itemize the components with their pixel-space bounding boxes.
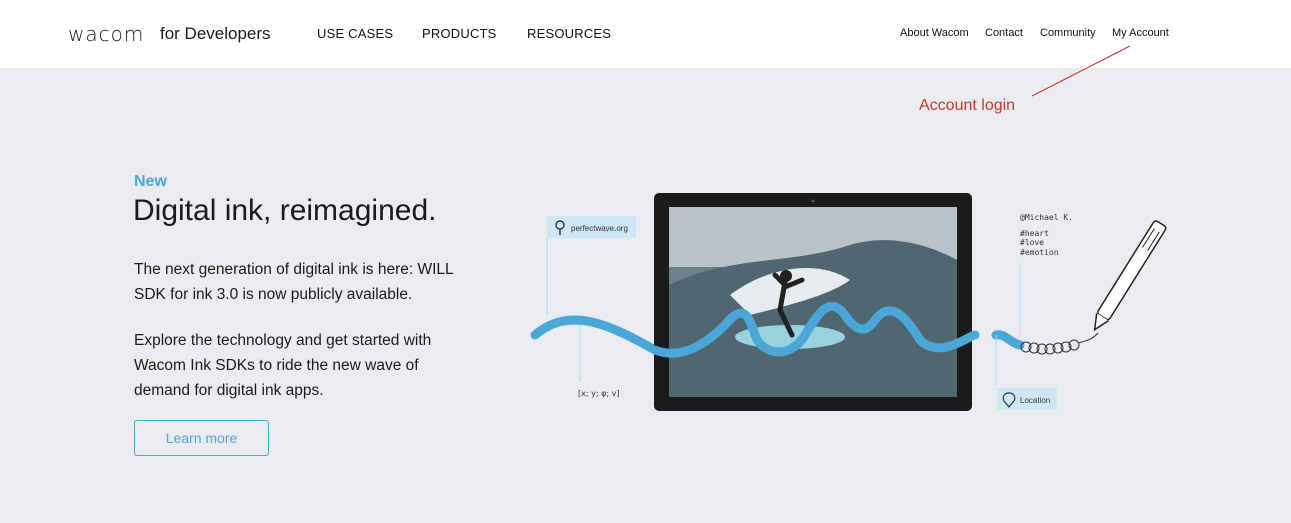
hashtag-1: #heart <box>1020 229 1049 238</box>
tag-url: perfectwave.org <box>571 224 628 233</box>
logo-subtitle[interactable]: for Developers <box>160 24 271 44</box>
author-handle: @Michael K. <box>1020 213 1073 222</box>
nav-community[interactable]: Community <box>1040 27 1096 39</box>
nav-products[interactable]: PRODUCTS <box>422 26 497 41</box>
nav-contact[interactable]: Contact <box>985 27 1023 39</box>
wacom-logo[interactable]: wacom <box>68 22 144 46</box>
nav-my-account[interactable]: My Account <box>1112 27 1169 39</box>
nav-use-cases[interactable]: USE CASES <box>317 26 393 41</box>
ink-coil <box>1020 339 1080 355</box>
tablet-device <box>654 193 972 411</box>
hashtag-2: #love <box>1020 238 1044 247</box>
hero-paragraph-2: Explore the technology and get started w… <box>134 332 432 399</box>
annotation-label: Account login <box>919 97 1016 114</box>
coords-label: [x; y; φ; v] <box>578 389 619 398</box>
stylus-pen-icon <box>1093 220 1167 332</box>
hashtag-3: #emotion <box>1020 248 1059 257</box>
new-badge: New <box>134 173 167 190</box>
nav-resources[interactable]: RESOURCES <box>527 26 611 41</box>
location-tag: Location <box>997 388 1057 410</box>
perfectwave-tag: perfectwave.org <box>546 216 636 315</box>
hero-paragraph-1: The next generation of digital ink is he… <box>134 261 454 303</box>
location-label: Location <box>1020 396 1050 405</box>
learn-more-button[interactable]: Learn more <box>134 420 269 456</box>
hero-headline: Digital ink, reimagined. <box>133 194 437 227</box>
annotation-arrow <box>1031 45 1131 97</box>
nav-about-wacom[interactable]: About Wacom <box>900 27 969 39</box>
hero-illustration: perfectwave.org [x; y; φ; v] @Michael K.… <box>530 193 1167 411</box>
